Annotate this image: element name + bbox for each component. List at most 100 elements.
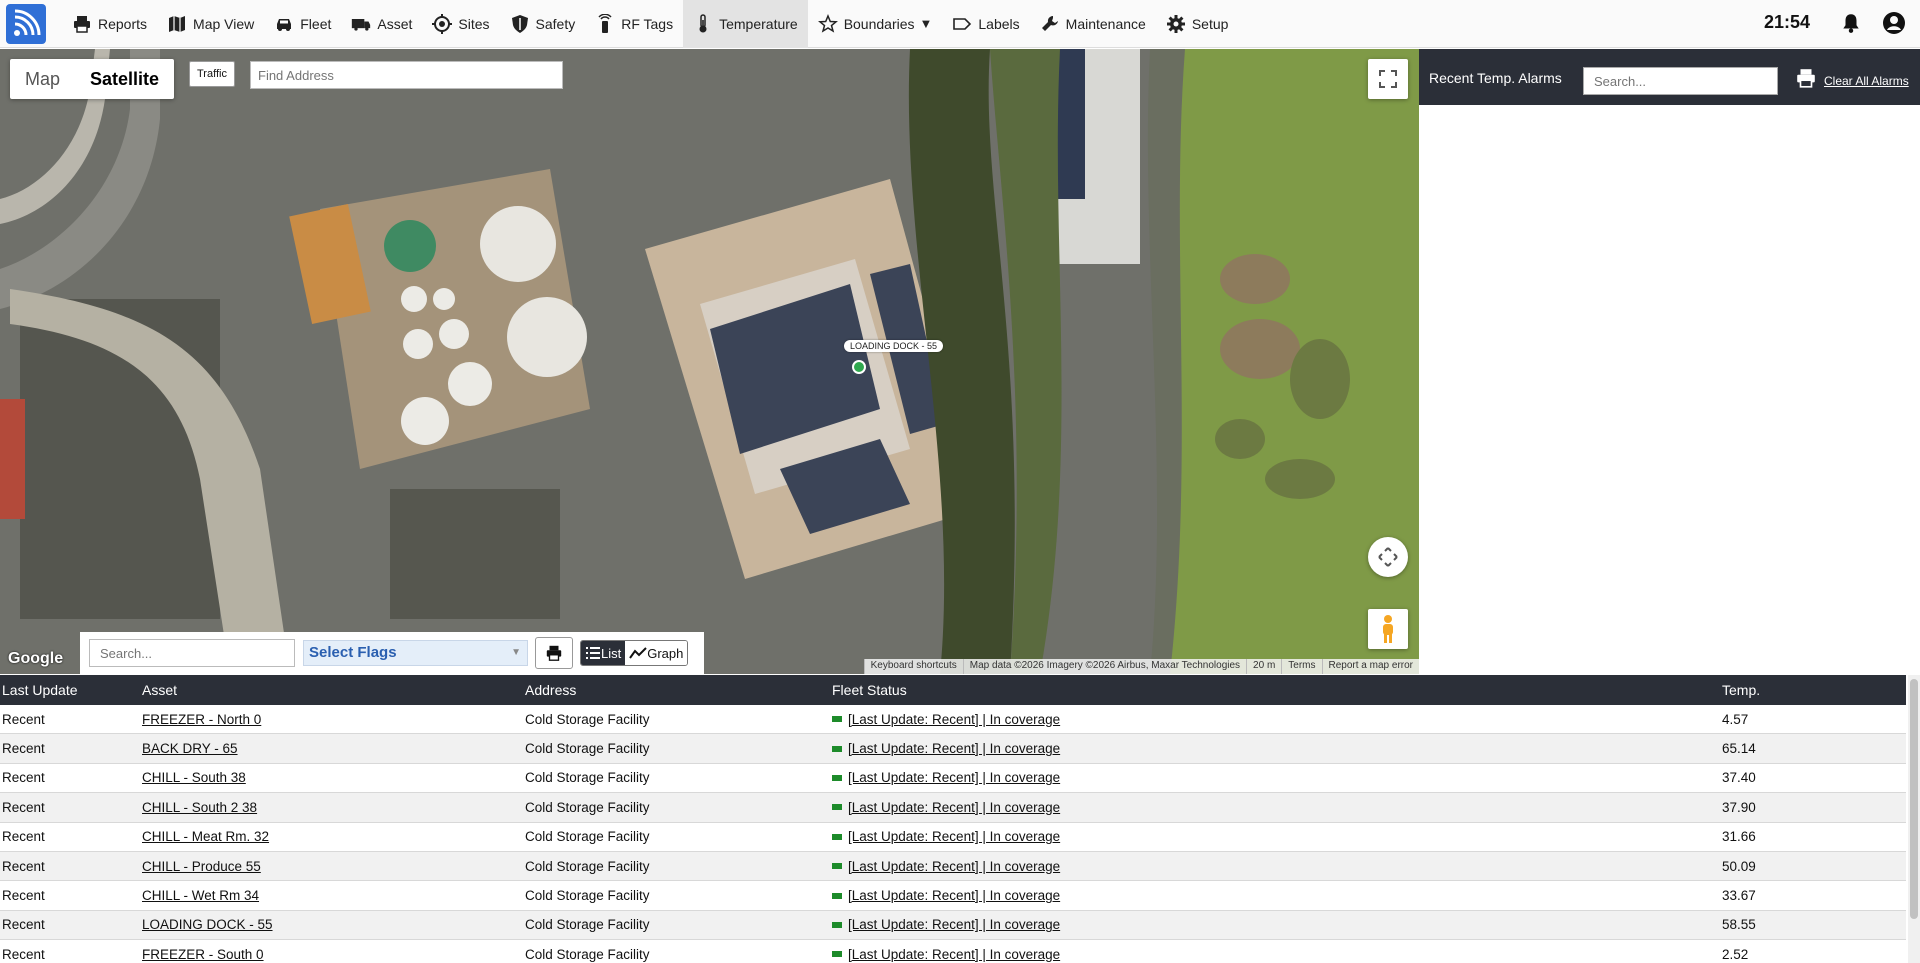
truck-icon [352,18,371,31]
rf-tag-icon [598,13,612,33]
asset-link[interactable]: CHILL - South 2 38 [142,800,257,815]
asset-link[interactable]: CHILL - Produce 55 [142,859,261,874]
nav-temperature[interactable]: Temperature [683,0,808,48]
col-asset[interactable]: Asset [142,682,525,698]
col-temp[interactable]: Temp. [1722,682,1902,698]
col-address[interactable]: Address [525,682,832,698]
car-icon [277,18,292,31]
col-last-update[interactable]: Last Update [0,682,142,698]
fleet-status-link[interactable]: [Last Update: Recent] | In coverage [848,800,1060,815]
star-icon [817,13,838,33]
graph-view-button[interactable]: Graph [625,641,688,665]
status-flag-icon [832,745,842,752]
table-header: Last Update Asset Address Fleet Status T… [0,675,1906,705]
fleet-status-link[interactable]: [Last Update: Recent] | In coverage [848,712,1060,727]
list-view-button[interactable]: List [581,641,626,665]
table-row[interactable]: Recent CHILL - Meat Rm. 32 Cold Storage Fa… [0,823,1906,852]
nav-labels[interactable]: Labels [942,0,1029,48]
pan-control-button[interactable] [1368,537,1408,577]
cell-address: Cold Storage Facility [525,946,650,962]
street-view-pegman-button[interactable] [1368,609,1408,649]
app-logo-icon[interactable] [6,3,46,44]
report-map-error-link[interactable]: Report a map error [1321,659,1419,674]
map-data-text[interactable]: Map data ©2026 Imagery ©2026 Airbus, Max… [962,659,1246,674]
nav-labels-label: Labels [978,15,1020,32]
terms-link[interactable]: Terms [1281,659,1321,674]
table-row[interactable]: Recent CHILL - South 38 Cold Storage Facil… [0,764,1906,794]
nav-asset[interactable]: Asset [341,0,422,48]
map-marker-label[interactable]: LOADING DOCK - 55 [844,340,944,352]
print-button[interactable] [535,637,573,669]
alarms-search-input[interactable] [1583,67,1778,95]
fullscreen-button[interactable] [1368,59,1408,99]
cell-asset: FREEZER - North 0 [142,712,525,727]
asset-link[interactable]: FREEZER - South 0 [142,947,264,962]
satellite-map[interactable]: Map Satellite Traffic LOADING DOCK - 55 … [0,49,1419,674]
asset-link[interactable]: CHILL - South 38 [142,770,246,785]
cell-address: Cold Storage Facility [525,917,650,933]
asset-link[interactable]: CHILL - Wet Rm 34 [142,888,259,903]
table-row[interactable]: Recent CHILL - South 2 38 Cold Storage Fac… [0,793,1906,823]
traffic-toggle[interactable]: Traffic [189,61,235,87]
nav-fleet[interactable]: Fleet [264,0,341,48]
cell-asset: BACK DRY - 65 [142,741,525,756]
cell-temp: 2.52 [1722,946,1749,962]
table-body: Recent FREEZER - North 0 Cold Storage Faci… [0,705,1906,963]
find-address-input[interactable] [250,61,563,89]
nav-map-view[interactable]: Map View [157,0,264,48]
nav-reports[interactable]: Reports [62,0,157,48]
fleet-status-link[interactable]: [Last Update: Recent] | In coverage [848,917,1060,932]
keyboard-shortcuts-link[interactable]: Keyboard shortcuts [863,659,963,674]
cell-fleet-status: [Last Update: Recent] | In coverage [832,917,1722,932]
user-account-icon[interactable] [1882,11,1906,35]
fleet-status-link[interactable]: [Last Update: Recent] | In coverage [848,859,1060,874]
table-row[interactable]: Recent CHILL - Produce 55 Cold Storage Fac… [0,851,1906,882]
fleet-status-link[interactable]: [Last Update: Recent] | In coverage [848,770,1060,785]
fleet-status-link[interactable]: [Last Update: Recent] | In coverage [848,741,1060,756]
map-type-satellite-button[interactable]: Satellite [75,59,174,99]
fleet-status-link[interactable]: [Last Update: Recent] | In coverage [848,829,1060,844]
cell-last-update: Recent [2,858,45,874]
google-logo: Google [8,650,64,667]
printer-icon[interactable] [1795,67,1817,89]
nav-boundaries[interactable]: Boundaries ▼ [808,0,943,48]
table-row[interactable]: Recent BACK DRY - 65 Cold Storage Facility… [0,734,1906,764]
select-flags-dropdown[interactable]: Select Flags ▼ [303,640,528,666]
nav-sites-label: Sites [458,15,490,32]
scrollbar-thumb[interactable] [1910,679,1918,919]
cell-address: Cold Storage Facility [525,858,650,874]
gear-icon [1166,14,1185,33]
asset-link[interactable]: LOADING DOCK - 55 [142,917,273,932]
asset-link[interactable]: FREEZER - North 0 [142,712,261,727]
clear-all-alarms-link[interactable]: Clear All Alarms [1824,74,1909,88]
map-marker-dot[interactable] [852,360,866,374]
table-row[interactable]: Recent CHILL - Wet Rm 34 Cold Storage Faci… [0,881,1906,911]
cell-fleet-status: [Last Update: Recent] | In coverage [832,800,1722,815]
asset-link[interactable]: BACK DRY - 65 [142,741,238,756]
table-row[interactable]: Recent FREEZER - North 0 Cold Storage Faci… [0,705,1906,735]
table-row[interactable]: Recent LOADING DOCK - 55 Cold Storage Faci… [0,910,1906,941]
table-row[interactable]: Recent FREEZER - South 0 Cold Storage Faci… [0,940,1906,963]
table-scrollbar[interactable] [1908,675,1920,963]
nav-setup[interactable]: Setup [1156,0,1239,48]
cell-address: Cold Storage Facility [525,799,650,815]
map-scale[interactable]: 20 m [1246,659,1281,674]
fleet-status-link[interactable]: [Last Update: Recent] | In coverage [848,947,1060,962]
asset-search-input[interactable] [89,639,295,667]
status-flag-icon [832,892,842,899]
map-type-map-button[interactable]: Map [10,59,75,99]
cell-fleet-status: [Last Update: Recent] | In coverage [832,888,1722,903]
alarms-panel-title: Recent Temp. Alarms [1429,70,1562,86]
col-fleet-status[interactable]: Fleet Status [832,682,1722,698]
map-type-control: Map Satellite [10,59,175,99]
nav-sites[interactable]: Sites [422,0,499,48]
bell-icon[interactable] [1840,12,1862,34]
cell-last-update: Recent [2,711,45,727]
nav-safety[interactable]: Safety [500,0,586,48]
fleet-status-link[interactable]: [Last Update: Recent] | In coverage [848,888,1060,903]
nav-rf-tags[interactable]: RF Tags [585,0,683,48]
nav-setup-label: Setup [1191,15,1229,32]
nav-maintenance[interactable]: Maintenance [1030,0,1156,48]
asset-link[interactable]: CHILL - Meat Rm. 32 [142,829,269,844]
printer-icon [74,15,90,33]
